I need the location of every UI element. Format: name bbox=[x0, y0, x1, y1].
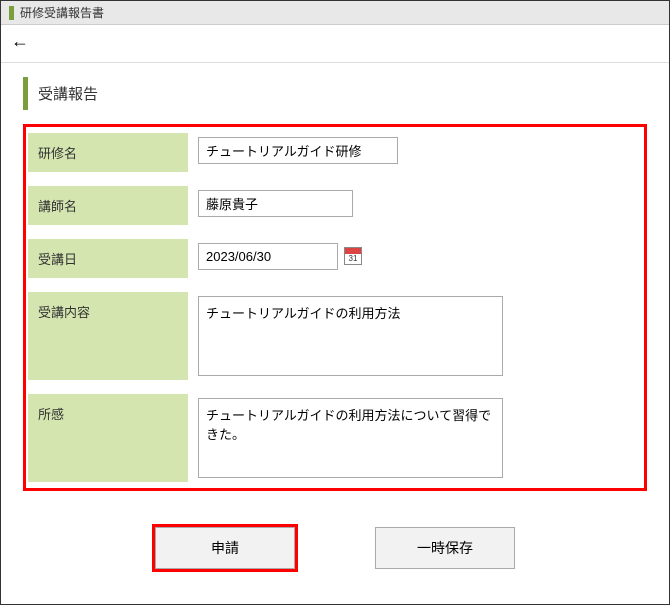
row-training-name: 研修名 bbox=[28, 133, 642, 172]
save-draft-button[interactable]: 一時保存 bbox=[375, 527, 515, 569]
field-attend-date: 31 bbox=[188, 239, 642, 278]
attend-date-input[interactable] bbox=[198, 243, 338, 270]
content-area: 受講報告 研修名 講師名 受講日 31 受講内容 bbox=[1, 63, 669, 587]
form-container: 研修名 講師名 受講日 31 受講内容 bbox=[23, 124, 647, 491]
page-header: 研修受講報告書 bbox=[1, 1, 669, 25]
content-textarea[interactable] bbox=[198, 296, 503, 376]
label-attend-date: 受講日 bbox=[28, 239, 188, 278]
label-training-name: 研修名 bbox=[28, 133, 188, 172]
row-content: 受講内容 bbox=[28, 292, 642, 380]
back-arrow-icon[interactable]: ← bbox=[11, 31, 29, 52]
page-title: 研修受講報告書 bbox=[20, 4, 104, 21]
apply-button[interactable]: 申請 bbox=[155, 527, 295, 569]
label-content: 受講内容 bbox=[28, 292, 188, 380]
field-training-name bbox=[188, 133, 642, 172]
instructor-input[interactable] bbox=[198, 190, 353, 217]
calendar-day: 31 bbox=[345, 254, 361, 264]
back-row: ← bbox=[1, 25, 669, 63]
button-row: 申請 一時保存 bbox=[23, 527, 647, 569]
impression-textarea[interactable] bbox=[198, 398, 503, 478]
row-impression: 所感 bbox=[28, 394, 642, 482]
header-marker bbox=[9, 6, 14, 20]
field-instructor bbox=[188, 186, 642, 225]
label-impression: 所感 bbox=[28, 394, 188, 482]
section-title: 受講報告 bbox=[23, 77, 647, 110]
row-instructor: 講師名 bbox=[28, 186, 642, 225]
field-impression bbox=[188, 394, 642, 482]
calendar-icon[interactable]: 31 bbox=[344, 247, 362, 265]
field-content bbox=[188, 292, 642, 380]
row-attend-date: 受講日 31 bbox=[28, 239, 642, 278]
label-instructor: 講師名 bbox=[28, 186, 188, 225]
training-name-input[interactable] bbox=[198, 137, 398, 164]
